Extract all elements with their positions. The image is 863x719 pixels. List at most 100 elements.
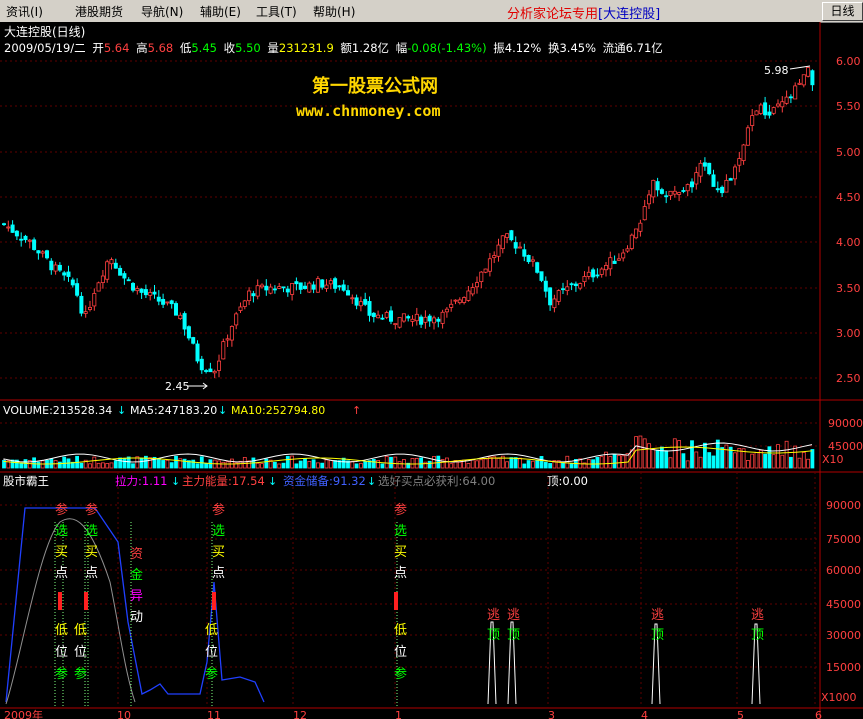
candle-body [668, 190, 673, 196]
period-button[interactable]: 日线 [822, 2, 863, 21]
candle-body [552, 298, 557, 309]
volume-bar [436, 455, 441, 469]
menu-help[interactable]: 帮助(H) [313, 3, 355, 20]
candle-body [410, 318, 415, 322]
ma10-up-arrow: ↑ [352, 404, 361, 417]
volume-bar [118, 457, 122, 469]
candle-body [388, 310, 393, 322]
buy-bar [212, 592, 216, 610]
volume-unit: X10 [822, 453, 844, 466]
candle-body [702, 162, 707, 167]
menu-tools[interactable]: 工具(T) [256, 3, 297, 20]
menu-info[interactable]: 资讯(I) [6, 3, 43, 20]
candle-body [664, 195, 669, 198]
volume-bar [711, 455, 716, 469]
candle-body [66, 271, 71, 277]
signal-char: 参 [394, 666, 407, 682]
volume-bar [182, 458, 187, 469]
low-marker-label: 2.45 [165, 380, 190, 393]
quote-change-label: 幅 [396, 41, 408, 55]
candle-body [651, 179, 656, 198]
signal-char: 选 [55, 524, 68, 539]
candle-body [440, 311, 445, 324]
signal-char: 异 [130, 589, 143, 604]
quote-amount: 1.28亿 [352, 41, 389, 55]
signal-char: 位 [55, 645, 68, 660]
candle-body [612, 260, 617, 264]
volume-bar [767, 446, 772, 469]
candle-body [40, 251, 45, 254]
volume-bar [780, 454, 785, 469]
candle-body [621, 252, 626, 259]
menu-hk-futures[interactable]: 港股期货 [75, 3, 123, 20]
volume-bar [763, 453, 767, 469]
volume-bar [617, 455, 621, 469]
signal-char: 低 [74, 623, 87, 638]
candle-body [758, 104, 763, 114]
volume-bar [32, 457, 36, 469]
quote-low: 5.45 [191, 41, 217, 55]
candle-body [707, 162, 712, 175]
candle-body [302, 285, 307, 289]
candle-body [113, 262, 118, 269]
volume-bar [526, 460, 531, 469]
candle-body [659, 189, 664, 194]
quote-open: 5.64 [104, 41, 130, 55]
volume-bar [354, 463, 359, 469]
candle-body [57, 264, 62, 271]
volume-bar [694, 451, 699, 469]
candle-body [462, 297, 467, 303]
volume-bar [255, 462, 260, 469]
watermark-url: www.chnmoney.com [296, 102, 441, 120]
volume-bar [217, 460, 221, 469]
candle-body [754, 110, 759, 116]
candle-body [324, 284, 329, 289]
signal-char: 买 [212, 545, 225, 560]
quote-low-label: 低 [180, 41, 192, 55]
volume-bar [328, 459, 333, 469]
volume-bar [483, 458, 488, 469]
candle-body [96, 282, 101, 292]
candle-body [496, 244, 501, 257]
volume-bar [690, 440, 694, 469]
volume-bar [518, 457, 522, 469]
candle-body [642, 206, 647, 221]
brand-title: 分析家论坛专用[大连控股] [507, 3, 660, 22]
time-tick: 1 [395, 709, 402, 719]
volume-bar [225, 461, 230, 469]
candle-body [720, 186, 725, 194]
time-tick: 11 [207, 709, 221, 719]
volume-bar [389, 456, 393, 469]
volume-header: VOLUME:213528.34 MA5:247183.20 MA10:2527… [3, 404, 325, 417]
signal-char: 买 [85, 545, 98, 560]
menu-assist[interactable]: 辅助(E) [200, 3, 241, 20]
volume-bar [703, 442, 707, 469]
menu-navigate[interactable]: 导航(N) [141, 3, 183, 20]
candle-body [474, 282, 479, 288]
volume-bar [664, 450, 669, 469]
candle-body [595, 274, 600, 277]
candle-body [586, 271, 591, 277]
candle-body [139, 288, 144, 293]
volume-bar [62, 456, 67, 469]
candle-body [10, 224, 15, 233]
candle-body [199, 358, 204, 371]
volume-bar [548, 463, 552, 469]
indicator-fund: 资金储备:91.32 [283, 474, 366, 488]
volume-bar [156, 458, 161, 469]
indicator-tick: 15000 [826, 661, 861, 674]
candle-body [341, 284, 346, 291]
candle-body [698, 162, 703, 177]
stock-chart[interactable]: 大连控股(日线) 2009/05/19/二 开5.64 高5.68 低5.45 … [0, 22, 863, 719]
signal-char: 买 [55, 545, 68, 560]
quote-close-label: 收 [224, 41, 236, 55]
candle-body [371, 312, 376, 318]
indicator-profit: 选好买点必获利:64.00 [378, 474, 495, 488]
candle-body [70, 279, 75, 286]
candle-body [733, 166, 738, 180]
candle-body [337, 285, 342, 288]
signal-char: 选 [394, 524, 407, 539]
candle-body [750, 115, 755, 126]
volume-bar [397, 461, 402, 469]
candle-body [165, 301, 170, 304]
